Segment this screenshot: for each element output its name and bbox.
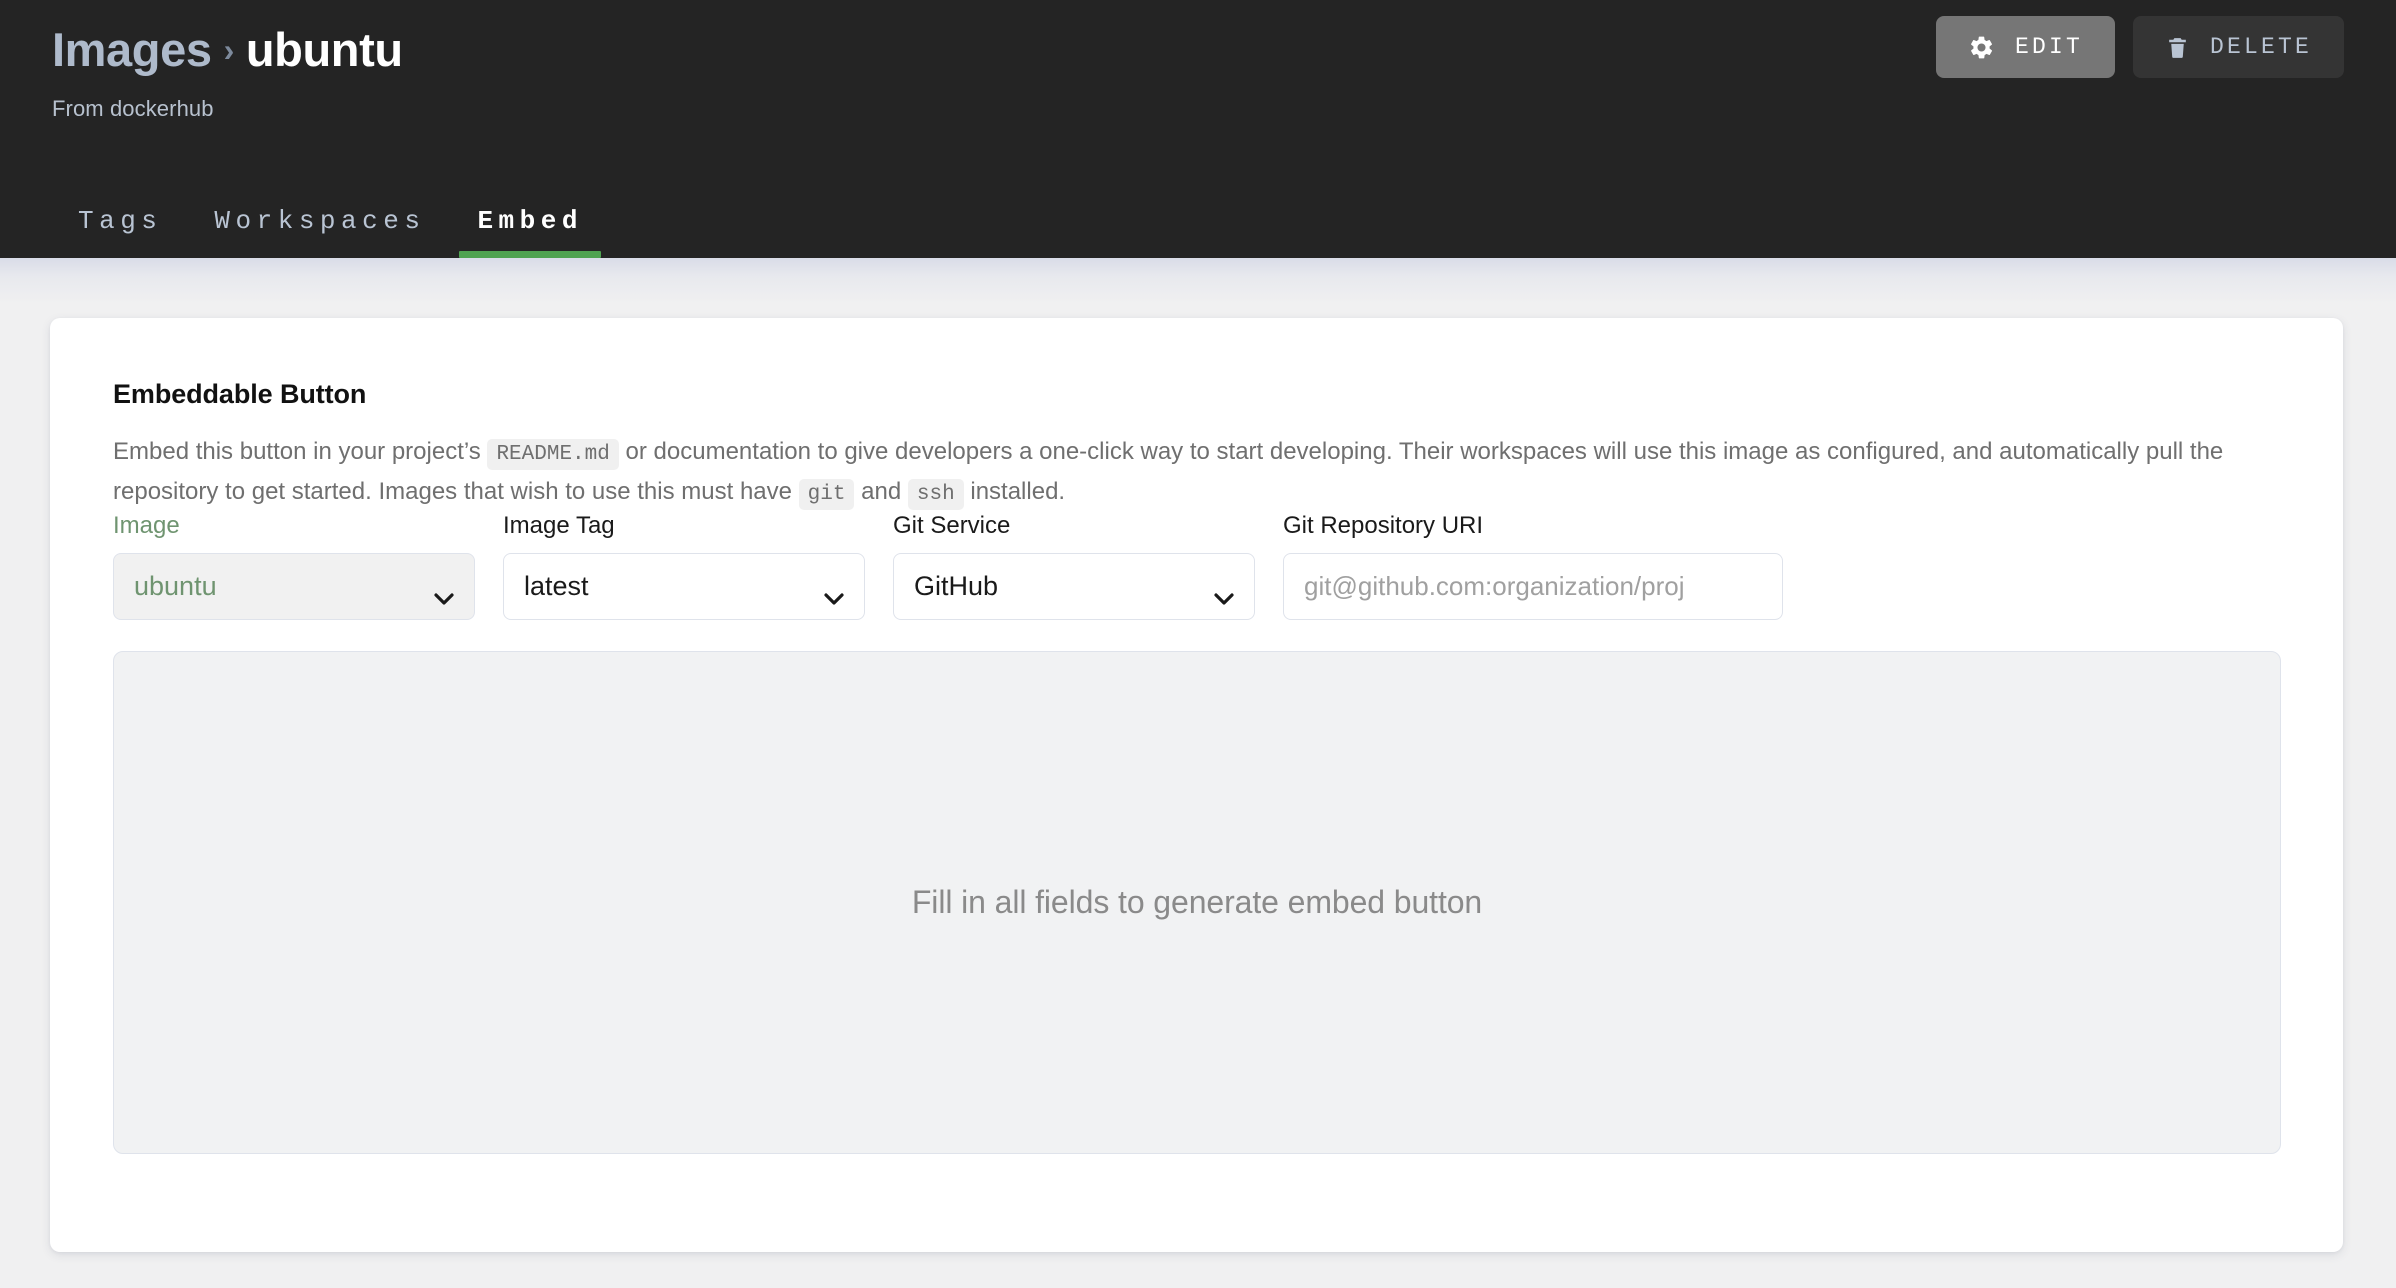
header-gradient-divider [0,258,2396,304]
code-chip-ssh: ssh [907,479,964,510]
breadcrumb-current-image-name: ubuntu [245,23,403,76]
edit-button-label: EDIT [2014,34,2083,60]
edit-button[interactable]: EDIT [1935,16,2115,78]
image-source-subtitle: From dockerhub [52,96,214,121]
breadcrumb-separator-icon: › [223,32,235,68]
image-select[interactable]: ubuntu [113,553,475,620]
delete-button-label: DELETE [2209,34,2312,60]
delete-button[interactable]: DELETE [2132,16,2344,78]
git-service-select[interactable]: GitHub [893,553,1255,620]
chevron-down-icon [1214,581,1234,605]
git-repository-uri-placeholder: git@github.com:organization/proj [1304,571,1685,601]
code-chip-git: git [798,479,855,510]
tab-bar: Tags Workspaces Embed [52,206,609,258]
image-select-value: ubuntu [134,571,217,601]
image-label: Image [113,512,180,539]
tab-embed-label: Embed [477,206,583,236]
desc-text-1: Embed this button in your project’s [113,438,481,465]
field-git-repository-uri: Git Repository URI git@github.com:organi… [1283,514,1783,620]
field-git-service: Git Service GitHub [893,514,1255,620]
tab-workspaces[interactable]: Workspaces [188,206,451,258]
breadcrumb: Images › ubuntu [52,26,403,73]
tab-workspaces-label: Workspaces [214,206,426,236]
card-title: Embeddable Button [113,379,367,409]
tab-tags-label: Tags [78,206,163,236]
tab-tags[interactable]: Tags [52,206,188,258]
header-action-buttons: EDIT DELETE [1935,16,2344,78]
image-tag-select-value: latest [524,571,589,601]
desc-text-3: and [861,478,902,505]
gear-icon [1968,34,1995,61]
image-tag-label: Image Tag [503,512,615,539]
tab-embed[interactable]: Embed [451,206,609,258]
field-image: Image ubuntu [113,514,475,620]
trash-icon [2165,34,2190,61]
field-image-tag: Image Tag latest [503,514,865,620]
embeddable-button-card: Embeddable Button Embed this button in y… [50,318,2343,1252]
git-service-label: Git Service [893,512,1011,539]
git-service-select-value: GitHub [914,571,999,601]
embed-button-preview: Fill in all fields to generate embed but… [113,651,2281,1154]
chevron-down-icon [824,581,844,605]
code-chip-readme: README.md [487,439,619,470]
image-tag-select[interactable]: latest [503,553,865,620]
breadcrumb-parent-images[interactable]: Images [52,23,212,76]
embed-form: Image ubuntu Image Tag latest Git Servic… [113,514,1811,620]
git-repository-uri-input[interactable]: git@github.com:organization/proj [1283,553,1783,620]
page-header: Images › ubuntu From dockerhub EDIT DELETE [0,0,2396,258]
card-description: Embed this button in your project’s READ… [113,433,2239,513]
desc-text-4: installed. [970,478,1066,505]
git-repository-uri-label: Git Repository URI [1283,512,1484,539]
preview-empty-message: Fill in all fields to generate embed but… [911,884,1483,920]
chevron-down-icon [434,581,454,605]
